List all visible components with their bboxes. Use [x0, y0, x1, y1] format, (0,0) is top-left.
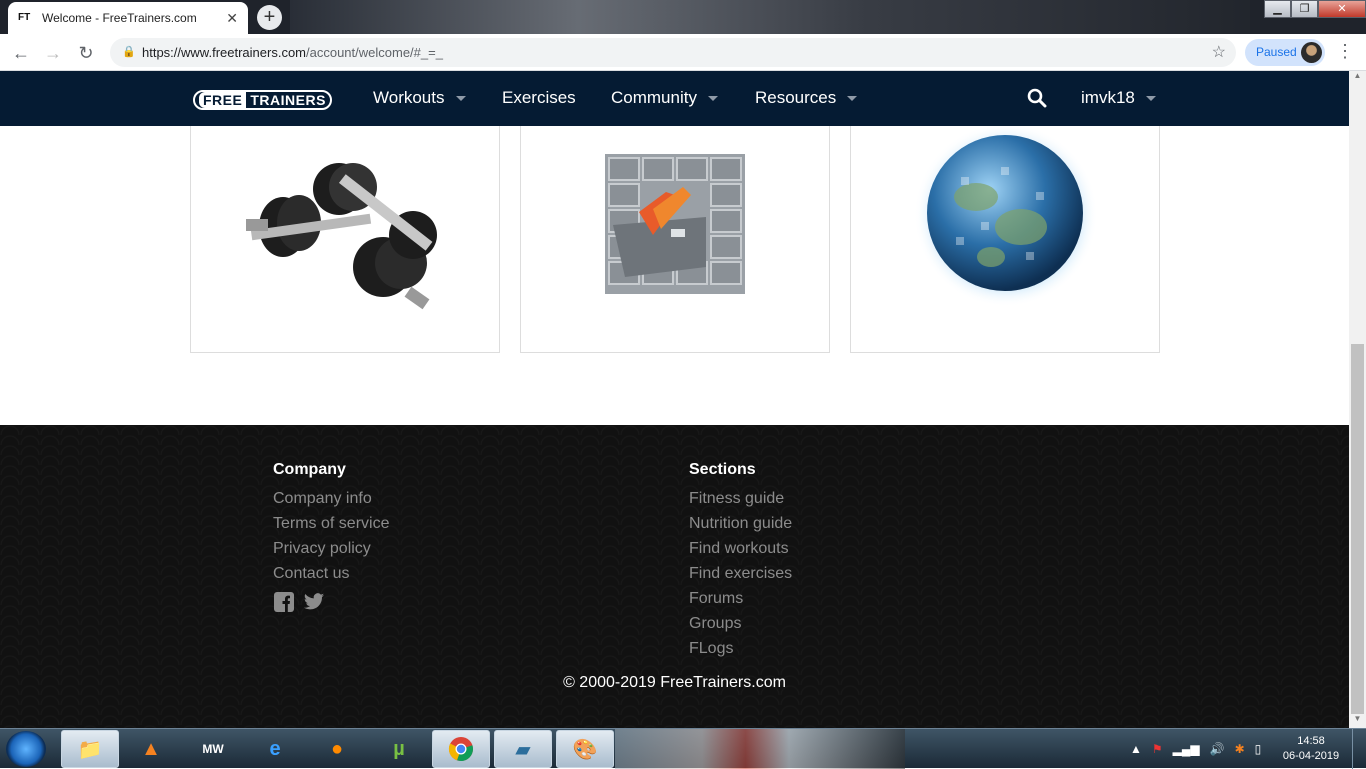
- network-icon[interactable]: ▂▄▆: [1173, 742, 1200, 756]
- dumbbells-image: [246, 163, 437, 310]
- footer-link-groups[interactable]: Groups: [689, 611, 792, 636]
- url-path: /account/welcome/#_=_: [306, 45, 443, 60]
- twitter-icon[interactable]: [303, 591, 325, 613]
- tray-expand-icon[interactable]: ▲: [1130, 742, 1142, 756]
- chrome-taskbar-icon[interactable]: [432, 730, 490, 768]
- tab-title: Welcome - FreeTrainers.com: [42, 11, 197, 25]
- footer-company-heading: Company: [273, 461, 346, 478]
- footer-link-company-info[interactable]: Company info: [273, 486, 389, 511]
- utorrent-taskbar-icon[interactable]: µ: [370, 730, 428, 768]
- site-navbar: FREE TRAINERS Workouts Exercises Communi…: [0, 71, 1349, 126]
- logo-trainers: TRAINERS: [250, 92, 326, 108]
- footer-link-privacy[interactable]: Privacy policy: [273, 536, 389, 561]
- footer-link-find-exercises[interactable]: Find exercises: [689, 561, 792, 586]
- nav-workouts[interactable]: Workouts: [373, 88, 466, 108]
- copyright-text: © 2000-2019 FreeTrainers.com: [563, 674, 786, 691]
- nav-community-label: Community: [611, 88, 697, 107]
- scrollbar-thumb[interactable]: [1351, 344, 1364, 714]
- nav-exercises[interactable]: Exercises: [502, 88, 576, 108]
- card-community[interactable]: [850, 116, 1160, 353]
- clock-date: 06-04-2019: [1282, 750, 1340, 762]
- lock-icon: 🔒: [122, 46, 136, 58]
- show-desktop-button[interactable]: [1352, 729, 1366, 769]
- window-background: [290, 0, 1250, 34]
- page-viewport: FREE TRAINERS Workouts Exercises Communi…: [0, 71, 1366, 728]
- system-tray: ▲ ⚑ ▂▄▆ 🔊 ✱ ▯: [1130, 729, 1261, 769]
- nav-resources-label: Resources: [755, 88, 837, 107]
- social-links: [273, 591, 389, 613]
- paint-taskbar-icon[interactable]: 🎨: [556, 730, 614, 768]
- page-scrollbar[interactable]: ▲ ▼: [1349, 71, 1366, 728]
- footer-link-flogs[interactable]: FLogs: [689, 636, 792, 661]
- reload-icon[interactable]: ↻: [74, 41, 98, 65]
- footer-link-nutrition-guide[interactable]: Nutrition guide: [689, 511, 792, 536]
- caret-down-icon: [455, 95, 466, 101]
- nav-exercises-label: Exercises: [502, 88, 576, 107]
- profile-status: Paused: [1256, 45, 1297, 59]
- site-favicon-icon: FT: [18, 12, 31, 23]
- card-resources[interactable]: [520, 116, 830, 353]
- window-close-button[interactable]: ✕: [1318, 0, 1366, 18]
- scroll-down-icon[interactable]: ▼: [1349, 714, 1366, 728]
- back-arrow-icon[interactable]: ←: [9, 41, 33, 65]
- explorer-taskbar-icon[interactable]: 📁: [61, 730, 119, 768]
- tab-close-icon[interactable]: ✕: [226, 10, 238, 27]
- volume-icon[interactable]: 🔊: [1210, 742, 1225, 756]
- browser-tab[interactable]: FT Welcome - FreeTrainers.com ✕: [8, 2, 248, 34]
- minimize-button[interactable]: ▁: [1264, 0, 1291, 18]
- footer-company-column: Company Company info Terms of service Pr…: [273, 460, 389, 613]
- profile-button[interactable]: Paused: [1245, 39, 1325, 66]
- taskbar-wallpaper: [615, 729, 905, 769]
- avatar: [1301, 42, 1322, 63]
- forward-arrow-icon[interactable]: →: [41, 41, 65, 65]
- caret-down-icon: [847, 95, 858, 101]
- scroll-up-icon[interactable]: ▲: [1349, 71, 1366, 85]
- menu-kebab-icon[interactable]: ⋮: [1336, 41, 1354, 62]
- ie-taskbar-icon[interactable]: e: [246, 730, 304, 768]
- clock-time: 14:58: [1297, 735, 1325, 747]
- globe-image: [914, 123, 1098, 307]
- footer-link-forums[interactable]: Forums: [689, 586, 792, 611]
- windows-taskbar: 📁 ▲ MW e ● µ ▰ 🎨 ▲ ⚑ ▂▄▆ 🔊 ✱ ▯ 14:58 06-…: [0, 728, 1366, 769]
- nav-workouts-label: Workouts: [373, 88, 445, 107]
- filing-cabinet-image: [605, 154, 745, 294]
- caret-down-icon: [1145, 95, 1156, 101]
- vlc-taskbar-icon[interactable]: ▲: [122, 730, 180, 768]
- footer-link-contact[interactable]: Contact us: [273, 561, 389, 586]
- footer-link-fitness-guide[interactable]: Fitness guide: [689, 486, 792, 511]
- avast-icon[interactable]: ✱: [1235, 742, 1245, 756]
- browser-toolbar: ← → ↻ 🔒 https://www.freetrainers.com/acc…: [0, 34, 1366, 71]
- site-logo[interactable]: FREE TRAINERS: [193, 90, 332, 110]
- footer-sections-column: Sections Fitness guide Nutrition guide F…: [689, 460, 792, 661]
- footer-link-find-workouts[interactable]: Find workouts: [689, 536, 792, 561]
- browser-tabstrip: FT Welcome - FreeTrainers.com ✕ + ▁ ❐ ✕: [0, 0, 1366, 34]
- search-icon[interactable]: [1027, 88, 1047, 108]
- taskbar-clock[interactable]: 14:58 06-04-2019: [1278, 734, 1344, 764]
- chrome-icon: [448, 737, 473, 761]
- maximize-button[interactable]: ❐: [1291, 0, 1318, 18]
- card-workouts[interactable]: [190, 116, 500, 353]
- power-icon[interactable]: ▯: [1255, 742, 1262, 756]
- start-button[interactable]: [6, 731, 46, 767]
- address-bar[interactable]: 🔒 https://www.freetrainers.com/account/w…: [110, 38, 1236, 67]
- caret-down-icon: [707, 95, 718, 101]
- nav-community[interactable]: Community: [611, 88, 718, 108]
- game-taskbar-icon[interactable]: MW: [184, 730, 242, 768]
- url-host: https://www.freetrainers.com: [142, 45, 306, 60]
- bookmark-star-icon[interactable]: ☆: [1212, 38, 1226, 67]
- facebook-icon[interactable]: [273, 591, 295, 613]
- app-taskbar-icon[interactable]: ▰: [494, 730, 552, 768]
- new-tab-button[interactable]: +: [257, 5, 282, 30]
- nav-resources[interactable]: Resources: [755, 88, 858, 108]
- nav-user-menu[interactable]: imvk18: [1081, 88, 1156, 108]
- feature-cards: [190, 116, 1160, 353]
- nav-username: imvk18: [1081, 88, 1135, 107]
- site-footer: Company Company info Terms of service Pr…: [0, 425, 1349, 728]
- action-center-icon[interactable]: ⚑: [1152, 742, 1163, 756]
- window-controls: ▁ ❐ ✕: [1264, 0, 1366, 18]
- logo-free: FREE: [199, 92, 247, 108]
- firefox-taskbar-icon[interactable]: ●: [308, 730, 366, 768]
- footer-sections-heading: Sections: [689, 461, 756, 478]
- footer-link-terms[interactable]: Terms of service: [273, 511, 389, 536]
